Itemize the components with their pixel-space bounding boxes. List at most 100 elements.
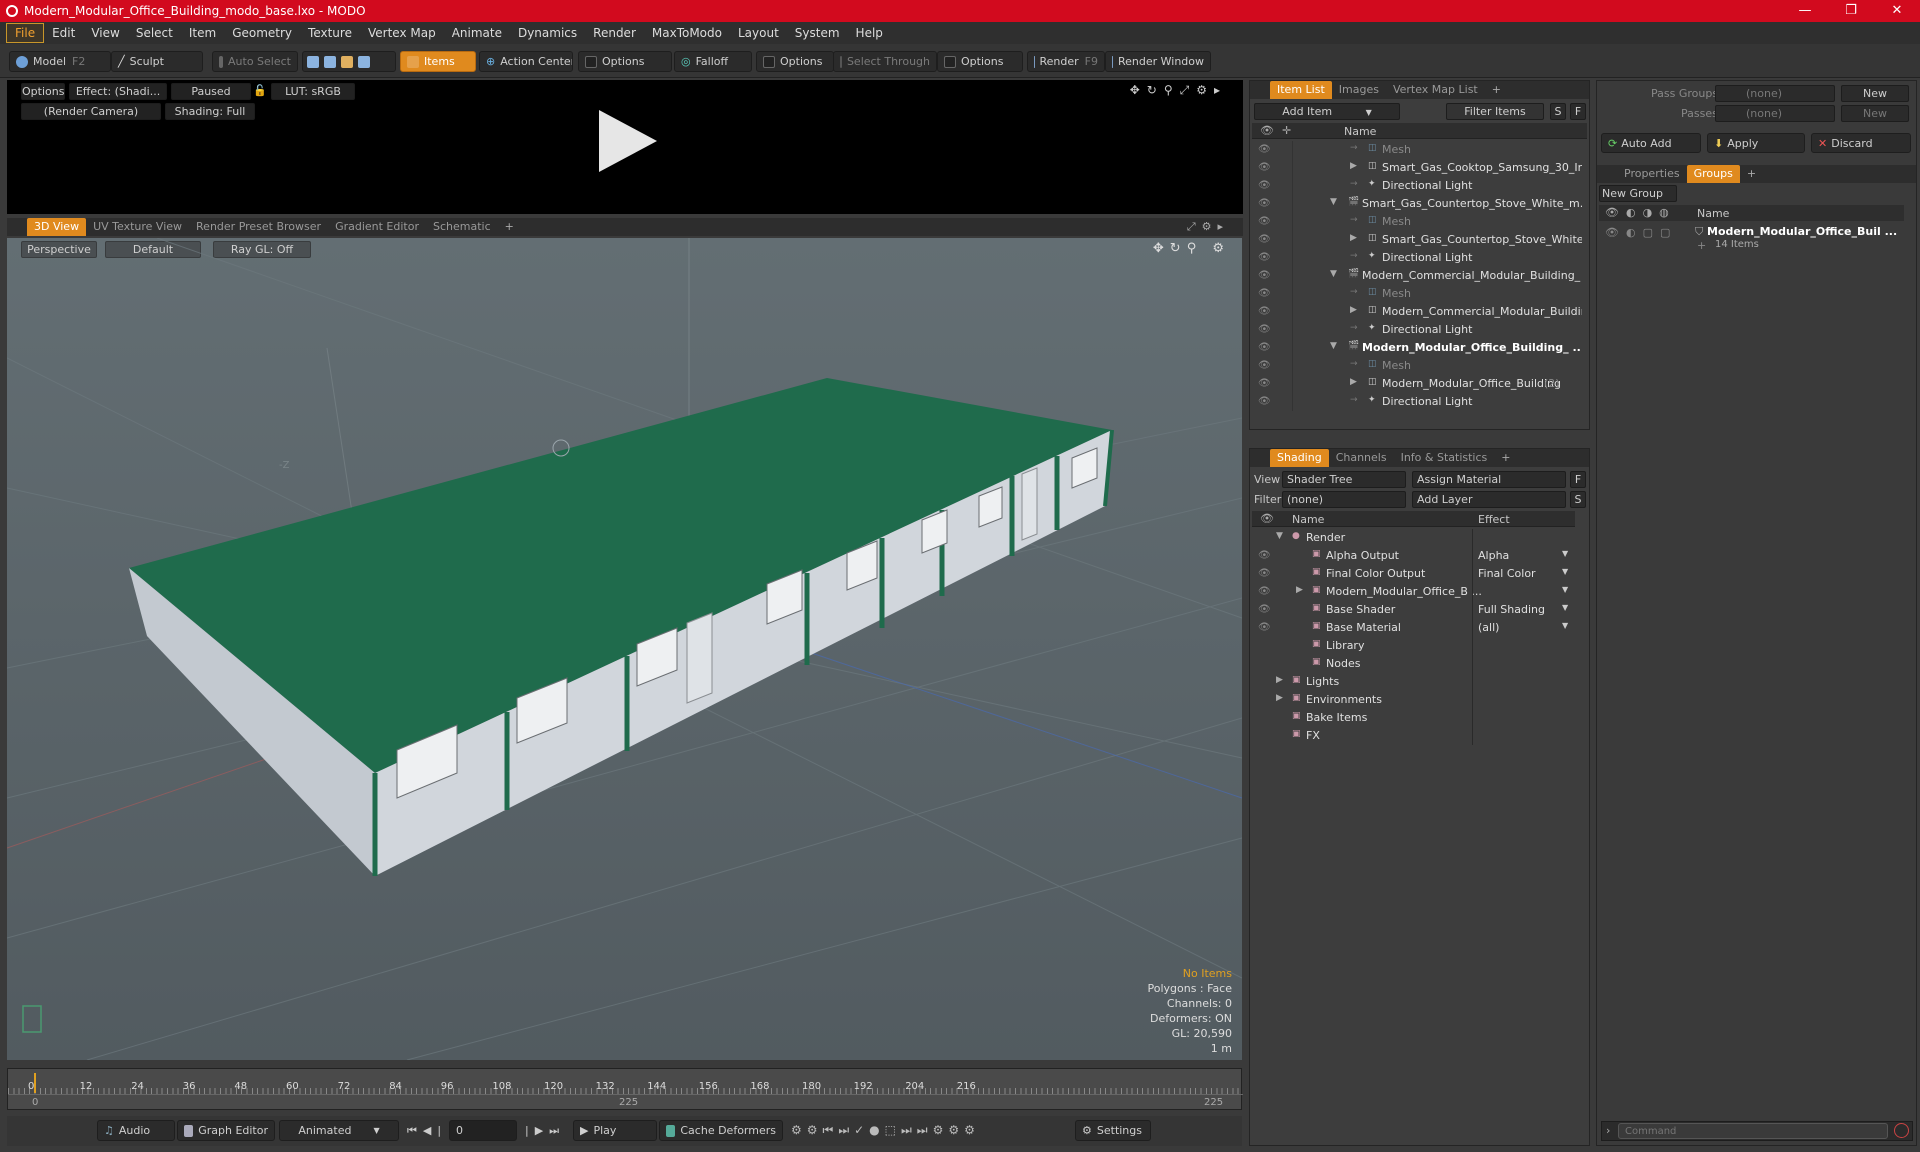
- collapse-arrow-icon[interactable]: ▼: [1330, 341, 1337, 351]
- tab-uv-texture-view[interactable]: UV Texture View: [86, 218, 189, 236]
- new-pass-group-button[interactable]: New: [1841, 85, 1909, 102]
- action-center-options-button[interactable]: Options: [578, 51, 672, 72]
- item-list-f-toggle[interactable]: F: [1570, 103, 1586, 120]
- timeline-ruler[interactable]: 0 12 24 36 48 60 72 84 96 108 120 132 144 156 168 180 19…: [8, 1069, 1243, 1095]
- add-tab-button[interactable]: +: [1494, 449, 1517, 467]
- menu-file[interactable]: File: [6, 23, 45, 43]
- item-list-row[interactable]: 👁 ▶ ◫ Smart_Gas_Countertop_Stove_White ...: [1252, 231, 1582, 249]
- item-list-row[interactable]: 👁 → ◫ Mesh: [1252, 213, 1582, 231]
- view-panel-icons[interactable]: ⤢⚙▸: [1187, 220, 1229, 234]
- shader-tree-row[interactable]: ▶ ▣ Lights: [1252, 673, 1575, 691]
- item-list-row[interactable]: 👁 → ◫ Mesh: [1252, 285, 1582, 303]
- menu-help[interactable]: Help: [848, 24, 891, 42]
- item-list-row[interactable]: 👁 → ◫ Mesh: [1252, 357, 1582, 375]
- auto-add-button[interactable]: ⟳ Auto Add: [1601, 133, 1701, 153]
- effect-dropdown-arrow-icon[interactable]: ▼: [1562, 549, 1568, 558]
- item-list-row[interactable]: 👁 → ✦ Directional Light: [1252, 177, 1582, 195]
- tab-groups[interactable]: Groups: [1686, 165, 1740, 183]
- visibility-toggle-icon[interactable]: 👁: [1258, 198, 1271, 210]
- item-list-row[interactable]: 👁 ▼ 🎬 Modern_Commercial_Modular_Building_ .…: [1252, 267, 1582, 285]
- cache-deformers-button[interactable]: Cache Deformers: [659, 1120, 783, 1141]
- shader-tree-row[interactable]: 👁 ▣ Final Color Output Final Color ▼: [1252, 565, 1575, 583]
- tab-vertex-map-list[interactable]: Vertex Map List: [1386, 81, 1485, 99]
- visibility-toggle-icon[interactable]: 👁: [1258, 622, 1271, 634]
- expand-arrow-icon[interactable]: ▶: [1276, 693, 1283, 703]
- tab-properties[interactable]: Properties: [1617, 165, 1687, 183]
- close-button[interactable]: ✕: [1874, 0, 1920, 22]
- shader-tree-dropdown[interactable]: Shader Tree: [1282, 471, 1406, 488]
- visibility-toggle-icon[interactable]: 👁: [1258, 270, 1271, 282]
- item-list-row[interactable]: 👁 ▶ ◫ Modern_Commercial_Modular_Building...: [1252, 303, 1582, 321]
- expand-arrow-icon[interactable]: ▶: [1350, 161, 1357, 171]
- item-list-row[interactable]: 👁 ▼ 🎬 Modern_Modular_Office_Building_ ...: [1252, 339, 1582, 357]
- shader-tree-row[interactable]: ▣ Bake Items: [1252, 709, 1575, 727]
- preview-nav-icons[interactable]: ✥↻⚲⤢⚙▸: [1130, 83, 1227, 98]
- expand-arrow-icon[interactable]: ▶: [1350, 233, 1357, 243]
- expand-arrow-icon[interactable]: ▶: [1276, 675, 1283, 685]
- preview-options-button[interactable]: Options: [21, 83, 65, 100]
- filter-dropdown[interactable]: (none): [1282, 491, 1406, 508]
- 3d-viewport[interactable]: Perspective Default Ray GL: Off ✥↻⚲ ⚙ -Z…: [7, 238, 1242, 1060]
- shading-f-toggle[interactable]: F: [1570, 471, 1586, 488]
- settings-button[interactable]: ⚙ Settings: [1075, 1120, 1151, 1141]
- effect-dropdown-arrow-icon[interactable]: ▼: [1562, 603, 1568, 612]
- shader-tree-row[interactable]: 👁 ▣ Alpha Output Alpha ▼: [1252, 547, 1575, 565]
- expand-arrow-icon[interactable]: ▶: [1350, 305, 1357, 315]
- visibility-toggle-icon[interactable]: 👁: [1258, 252, 1271, 264]
- frame-input[interactable]: 0: [449, 1120, 517, 1141]
- group-expand-icon[interactable]: +: [1697, 239, 1706, 252]
- menu-vertex-map[interactable]: Vertex Map: [360, 24, 444, 42]
- visibility-toggle-icon[interactable]: 👁: [1258, 568, 1271, 580]
- audio-button[interactable]: ♫ Audio: [97, 1120, 175, 1141]
- model-mode-button[interactable]: Model F2: [9, 51, 111, 72]
- effect-dropdown-arrow-icon[interactable]: ▼: [1562, 567, 1568, 576]
- visibility-toggle-icon[interactable]: 👁: [1258, 324, 1271, 336]
- shader-tree-row[interactable]: 👁 ▶ ▣ Modern_Modular_Office_B ... ▼: [1252, 583, 1575, 601]
- visibility-toggle-icon[interactable]: 👁: [1258, 396, 1271, 408]
- shading-s-toggle[interactable]: S: [1570, 491, 1586, 508]
- visibility-toggle-icon[interactable]: 👁: [1258, 378, 1271, 390]
- vertices-mode-icon[interactable]: [307, 55, 319, 68]
- item-list-row[interactable]: 👁 → ◫ Mesh: [1252, 141, 1582, 159]
- lock-icon[interactable]: 🔓: [253, 84, 267, 97]
- visibility-toggle-icon[interactable]: 👁: [1258, 306, 1271, 318]
- menu-layout[interactable]: Layout: [730, 24, 787, 42]
- render-window-button[interactable]: Render Window: [1105, 51, 1211, 72]
- animated-dropdown[interactable]: Animated ▼: [279, 1120, 399, 1141]
- shader-effect-value[interactable]: Final Color: [1478, 567, 1536, 580]
- visibility-toggle-icon[interactable]: 👁: [1258, 342, 1271, 354]
- render-button[interactable]: Render F9: [1027, 51, 1105, 72]
- falloff-options-button[interactable]: Options: [756, 51, 834, 72]
- menu-texture[interactable]: Texture: [300, 24, 360, 42]
- visibility-toggle-icon[interactable]: 👁: [1258, 162, 1271, 174]
- shader-tree-row[interactable]: ▣ Nodes: [1252, 655, 1575, 673]
- tab-3d-view[interactable]: 3D View: [27, 218, 87, 236]
- menu-animate[interactable]: Animate: [444, 24, 510, 42]
- tab-shading[interactable]: Shading: [1270, 449, 1329, 467]
- play-icon[interactable]: [591, 106, 661, 176]
- shader-effect-value[interactable]: Alpha: [1478, 549, 1509, 562]
- playhead[interactable]: [34, 1073, 36, 1093]
- shader-effect-value[interactable]: Full Shading: [1478, 603, 1545, 616]
- group-row-toggles[interactable]: 👁◐▢▢: [1605, 226, 1677, 239]
- tab-channels[interactable]: Channels: [1329, 449, 1394, 467]
- items-mode-button[interactable]: Items: [400, 51, 476, 72]
- shading-dropdown[interactable]: Shading: Full: [165, 103, 255, 120]
- add-tab-button[interactable]: +: [1740, 165, 1763, 183]
- maximize-button[interactable]: ❐: [1828, 0, 1874, 22]
- filter-items-input[interactable]: Filter Items: [1446, 103, 1544, 120]
- falloff-button[interactable]: ◎ Falloff: [674, 51, 752, 72]
- menu-render[interactable]: Render: [585, 24, 644, 42]
- graph-editor-button[interactable]: Graph Editor: [177, 1120, 275, 1141]
- action-center-button[interactable]: ⊕ Action Center: [479, 51, 573, 72]
- collapse-arrow-icon[interactable]: ▼: [1330, 197, 1337, 207]
- visibility-toggle-icon[interactable]: 👁: [1258, 550, 1271, 562]
- command-input[interactable]: [1618, 1123, 1888, 1139]
- sculpt-mode-button[interactable]: ╱ Sculpt: [111, 51, 203, 72]
- lut-dropdown[interactable]: LUT: sRGB: [271, 83, 355, 100]
- visibility-toggle-icon[interactable]: 👁: [1258, 234, 1271, 246]
- menu-view[interactable]: View: [83, 24, 127, 42]
- next-key-buttons[interactable]: |▶⏭: [525, 1124, 565, 1138]
- visibility-toggle-icon[interactable]: 👁: [1258, 216, 1271, 228]
- expand-arrow-icon[interactable]: ▶: [1350, 377, 1357, 387]
